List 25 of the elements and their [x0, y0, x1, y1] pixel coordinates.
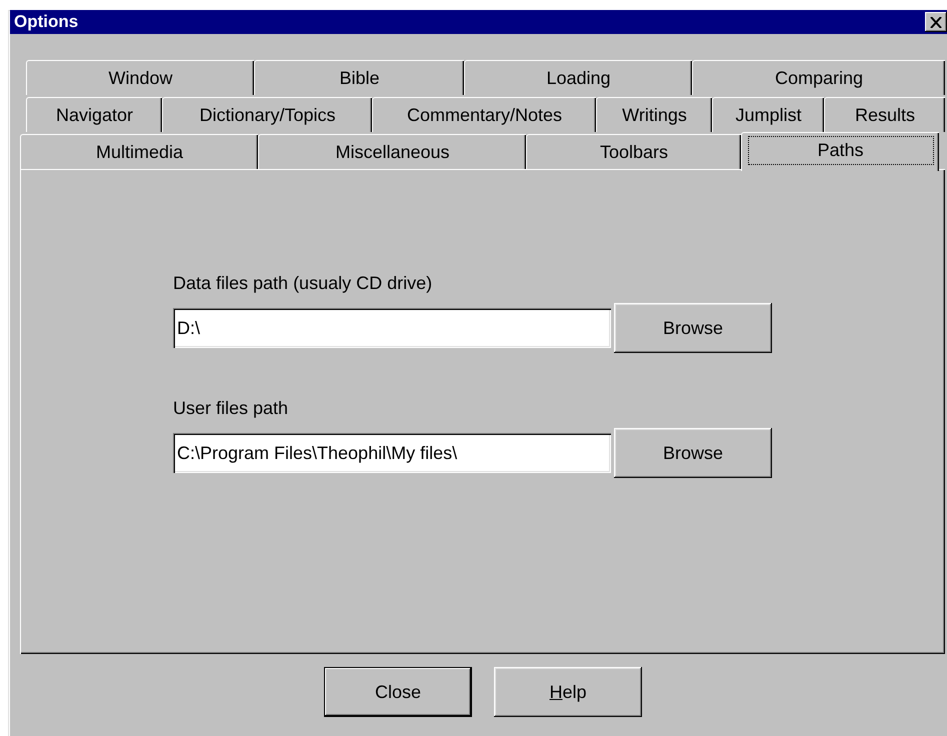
- path-input[interactable]: C:\Program Files\Theophil\My files\: [173, 433, 611, 473]
- tab[interactable]: Results: [824, 97, 945, 132]
- tab[interactable]: Window: [26, 60, 254, 95]
- tab[interactable]: Toolbars: [526, 134, 741, 169]
- tab[interactable]: Commentary/Notes: [372, 97, 596, 132]
- browse-button[interactable]: Browse: [614, 428, 772, 478]
- tab[interactable]: Bible: [254, 60, 464, 95]
- tab[interactable]: Comparing: [692, 60, 945, 95]
- field-label: User files path: [173, 397, 288, 420]
- window-title: Options: [14, 11, 78, 34]
- tab[interactable]: Miscellaneous: [258, 134, 526, 169]
- tab[interactable]: Loading: [464, 60, 692, 95]
- dialog-button[interactable]: Help: [494, 667, 642, 717]
- field-label: Data files path (usualy CD drive): [173, 272, 432, 295]
- dialog-button[interactable]: Close: [324, 667, 472, 717]
- tab[interactable]: Multimedia: [20, 134, 258, 169]
- close-button[interactable]: [925, 12, 947, 32]
- tab[interactable]: Navigator: [26, 97, 162, 132]
- tab[interactable]: Writings: [596, 97, 712, 132]
- browse-button[interactable]: Browse: [614, 303, 772, 353]
- close-icon: [930, 16, 942, 28]
- path-input[interactable]: D:\: [173, 308, 611, 348]
- tab[interactable]: Paths: [741, 132, 939, 171]
- tab[interactable]: Jumplist: [712, 97, 824, 132]
- tab[interactable]: Dictionary/Topics: [162, 97, 372, 132]
